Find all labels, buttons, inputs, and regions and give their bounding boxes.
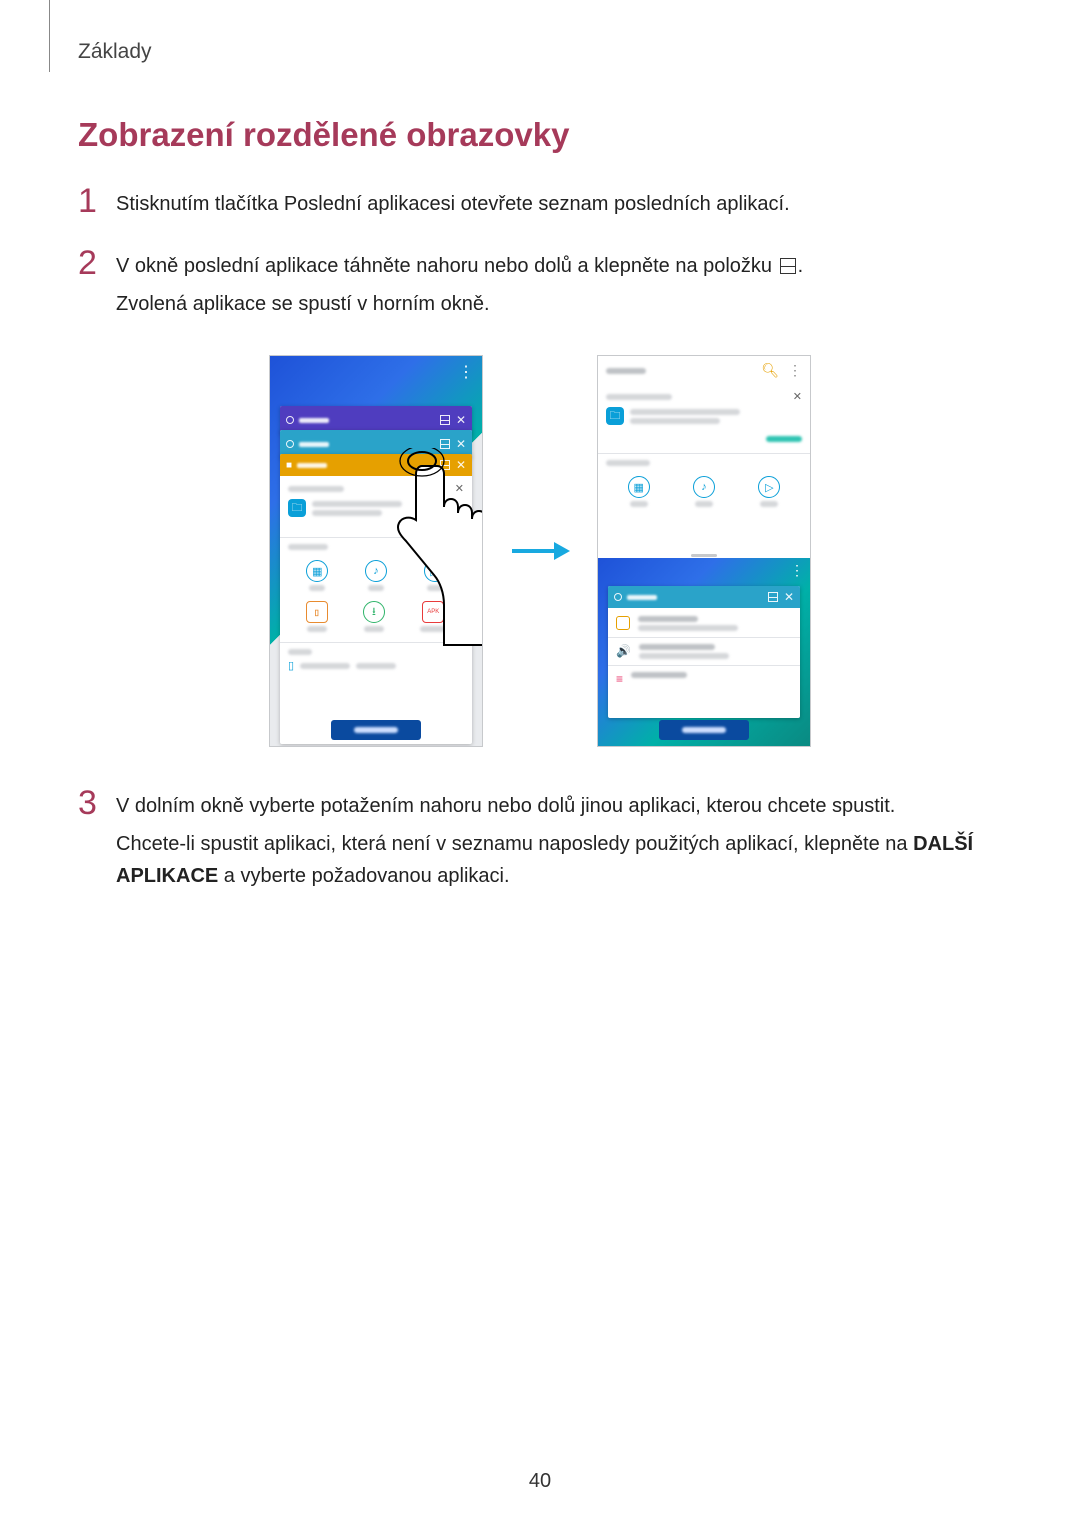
step-3-line1: V dolním okně vyberte potažením nahoru n… [116,790,1002,822]
page-number: 40 [0,1470,1080,1493]
page-top-rule [49,0,50,72]
split-icon [768,592,778,602]
blurred-label [297,463,327,468]
close-all-button [659,720,749,740]
blurred-label [606,394,672,400]
blurred-label [639,644,715,650]
blurred-label [630,418,720,424]
blurred-label [288,486,344,492]
blurred-label [368,585,384,591]
document-category-icon: ▯ [306,601,328,623]
step-1: 1 Stisknutím tlačítka Poslední aplikaces… [78,184,1002,226]
instruction-figure: ⋮ ✕ ✕ ■ ✕ [78,356,1002,746]
recent-app-card: ✕ 🔊 [608,586,800,718]
image-category-icon: ▦ [306,560,328,582]
folder-badge-icon: 🗀 [606,407,624,425]
app-circle-icon [614,593,622,601]
more-icon: ⋮ [790,562,804,579]
audio-category-icon: ♪ [365,560,387,582]
blurred-label [760,501,778,507]
connections-icon [616,616,630,630]
blurred-label [639,653,729,659]
step-2-line2: Zvolená aplikace se spustí v horním okně… [116,288,803,320]
more-icon: ⋮ [458,362,474,382]
step-3-line2a: Chcete-li spustit aplikaci, která není v… [116,833,913,855]
notifications-icon: ≡ [616,672,623,686]
breadcrumb: Základy [78,40,1002,64]
document-page: Základy Zobrazení rozdělené obrazovky 1 … [0,0,1080,898]
blurred-label [288,649,312,655]
blurred-label [627,595,657,600]
blurred-label [638,616,698,622]
step-text: V dolním okně vyberte potažením nahoru n… [116,786,1002,898]
close-all-button [331,720,421,740]
blurred-label [312,510,382,516]
step-2-line1b: . [798,255,804,277]
settings-row: 🔊 [608,638,800,665]
phone-split-screenshot: 🔍︎ ⋮ ✕ 🗀 [598,356,810,746]
download-category-icon: ⭳ [363,601,385,623]
step-number: 2 [78,246,102,280]
steps-list-continued: 3 V dolním okně vyberte potažením nahoru… [78,786,1002,898]
category-icon-row: ▦ ♪ ▷ [606,476,802,507]
app-circle-icon [286,416,294,424]
step-1-text: Stisknutím tlačítka Poslední aplikacesi … [116,188,790,220]
step-text: Stisknutím tlačítka Poslední aplikacesi … [116,184,790,226]
blurred-label [300,663,350,669]
step-3: 3 V dolním okně vyberte potažením nahoru… [78,786,1002,898]
phone-storage-icon: ▯ [288,659,294,672]
pointing-hand-illustration [388,448,482,648]
blurred-label [299,442,329,447]
section-title: Zobrazení rozdělené obrazovky [78,116,1002,154]
split-bottom-pane: ⋮ ✕ [598,558,810,746]
blurred-label [766,436,802,442]
step-number: 1 [78,184,102,218]
step-3-line2b: a vyberte požadovanou aplikaci. [218,865,509,887]
video-category-icon: ▷ [758,476,780,498]
blurred-label [695,501,713,507]
audio-category-icon: ♪ [693,476,715,498]
step-2-line1: V okně poslední aplikace táhněte nahoru … [116,250,803,282]
blurred-label [630,409,740,415]
blurred-label [307,626,327,632]
step-2-line1a: V okně poslední aplikace táhněte nahoru … [116,255,778,277]
close-icon: ✕ [784,590,794,604]
blurred-label [309,585,325,591]
blurred-label [299,418,329,423]
blurred-label [364,626,384,632]
divider [598,453,810,454]
image-category-icon: ▦ [628,476,650,498]
settings-row [608,610,800,637]
split-screen-icon [780,258,796,274]
folder-icon: ■ [286,460,292,471]
settings-row: ≡ [608,666,800,692]
blurred-title [606,368,646,374]
sound-icon: 🔊 [616,644,631,658]
blurred-label [631,672,687,678]
step-number: 3 [78,786,102,820]
blurred-label [354,727,398,733]
close-icon: ✕ [456,413,466,427]
search-icon: 🔍︎ [761,362,779,378]
blurred-label [682,727,726,733]
more-icon: ⋮ [788,362,802,378]
step-2: 2 V okně poslední aplikace táhněte nahor… [78,246,1002,326]
blurred-label [630,501,648,507]
close-icon: ✕ [793,390,802,403]
step-3-line2: Chcete-li spustit aplikaci, která není v… [116,828,1002,892]
blurred-label [288,544,328,550]
split-icon [440,415,450,425]
blurred-label [638,625,738,631]
blurred-label [606,460,650,466]
steps-list: 1 Stisknutím tlačítka Poslední aplikaces… [78,184,1002,326]
arrow-right-icon [510,539,570,563]
recent-app-header: ✕ [608,586,800,608]
blurred-label [356,663,396,669]
folder-badge-icon: 🗀 [288,499,306,517]
step-text: V okně poslední aplikace táhněte nahoru … [116,246,803,326]
split-top-pane: 🔍︎ ⋮ ✕ 🗀 [598,356,810,554]
app-circle-icon [286,440,294,448]
phone-recents-screenshot: ⋮ ✕ ✕ ■ ✕ [270,356,482,746]
